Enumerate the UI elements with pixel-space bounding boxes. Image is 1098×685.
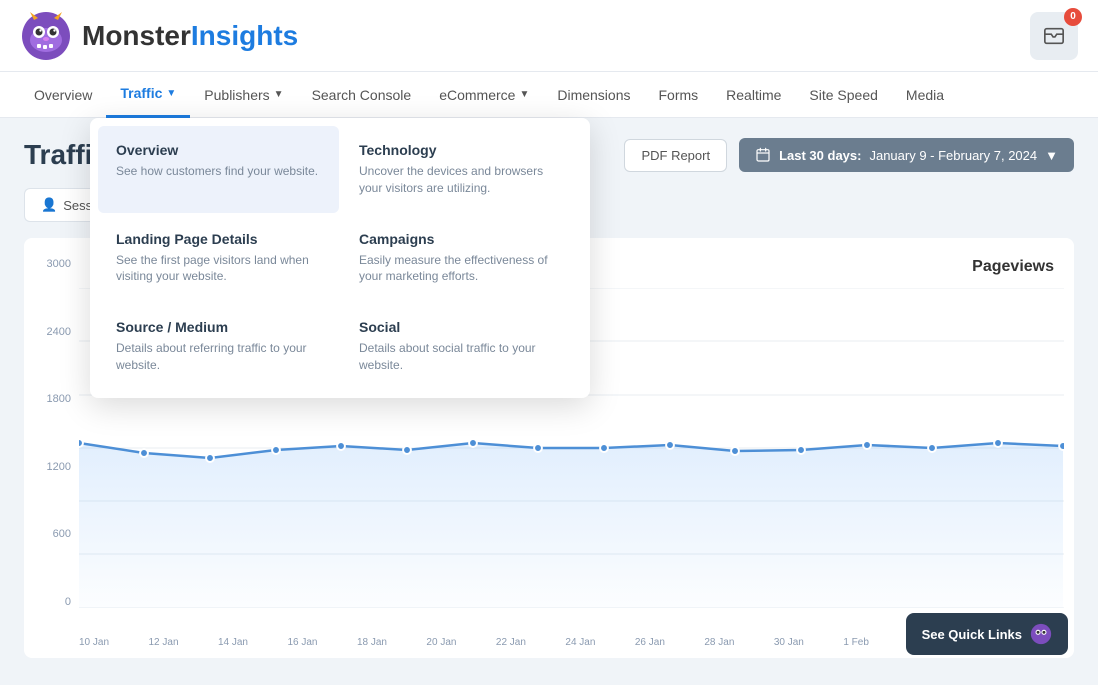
- dropdown-item-social[interactable]: Social Details about social traffic to y…: [341, 303, 582, 390]
- chart-point: [600, 444, 608, 452]
- nav-item-overview[interactable]: Overview: [20, 72, 106, 118]
- monster-logo-icon: [20, 10, 72, 62]
- nav-item-search-console[interactable]: Search Console: [298, 72, 426, 118]
- header-right: 0: [1030, 12, 1078, 60]
- chart-fill: [79, 443, 1063, 608]
- x-label-16jan: 16 Jan: [287, 637, 317, 648]
- chart-point: [666, 441, 674, 449]
- nav-item-publishers[interactable]: Publishers ▼: [190, 72, 297, 118]
- logo-text: MonsterInsights: [82, 20, 298, 52]
- chevron-down-icon: ▼: [166, 88, 176, 99]
- dropdown-item-technology[interactable]: Technology Uncover the devices and brows…: [341, 126, 582, 213]
- chart-point: [469, 439, 477, 447]
- chart-point: [272, 446, 280, 454]
- quick-links-button[interactable]: See Quick Links: [906, 613, 1068, 655]
- nav-item-dimensions[interactable]: Dimensions: [543, 72, 644, 118]
- inbox-icon: [1043, 25, 1065, 47]
- chart-point: [994, 439, 1002, 447]
- x-label-22jan: 22 Jan: [496, 637, 526, 648]
- chart-point: [534, 444, 542, 452]
- calendar-icon: [755, 147, 771, 163]
- chart-point: [731, 447, 739, 455]
- date-range-button[interactable]: Last 30 days: January 9 - February 7, 20…: [739, 138, 1074, 172]
- chart-point: [403, 446, 411, 454]
- y-axis: 3000 2400 1800 1200 600 0: [24, 258, 79, 608]
- y-label-1200: 1200: [47, 461, 71, 473]
- traffic-dropdown: Overview See how customers find your web…: [90, 118, 590, 398]
- chart-point: [206, 454, 214, 462]
- x-label-24jan: 24 Jan: [565, 637, 595, 648]
- dropdown-item-campaigns[interactable]: Campaigns Easily measure the effectivene…: [341, 215, 582, 302]
- chart-point: [337, 442, 345, 450]
- nav-item-realtime[interactable]: Realtime: [712, 72, 795, 118]
- notification-button[interactable]: 0: [1030, 12, 1078, 60]
- person-icon: 👤: [41, 197, 57, 213]
- y-label-2400: 2400: [47, 326, 71, 338]
- nav-item-forms[interactable]: Forms: [644, 72, 712, 118]
- chevron-down-icon: ▼: [519, 89, 529, 100]
- nav-item-ecommerce[interactable]: eCommerce ▼: [425, 72, 543, 118]
- dropdown-item-landing-page[interactable]: Landing Page Details See the first page …: [98, 215, 339, 302]
- x-label-28jan: 28 Jan: [704, 637, 734, 648]
- x-label-30jan: 30 Jan: [774, 637, 804, 648]
- chevron-down-icon: ▼: [1045, 148, 1058, 163]
- main-nav: Overview Traffic ▼ Publishers ▼ Search C…: [0, 72, 1098, 118]
- x-label-1feb: 1 Feb: [843, 637, 869, 648]
- x-label-26jan: 26 Jan: [635, 637, 665, 648]
- chart-point: [79, 439, 83, 447]
- y-label-1800: 1800: [47, 393, 71, 405]
- x-label-10jan: 10 Jan: [79, 637, 109, 648]
- x-label-20jan: 20 Jan: [426, 637, 456, 648]
- main-actions: PDF Report Last 30 days: January 9 - Feb…: [624, 138, 1074, 172]
- nav-item-site-speed[interactable]: Site Speed: [795, 72, 892, 118]
- chart-title: Pageviews: [972, 258, 1054, 276]
- y-label-3000: 3000: [47, 258, 71, 270]
- dropdown-item-overview[interactable]: Overview See how customers find your web…: [98, 126, 339, 213]
- pdf-report-button[interactable]: PDF Report: [624, 139, 727, 172]
- chart-point: [1059, 442, 1064, 450]
- notification-badge: 0: [1064, 8, 1082, 26]
- monster-small-icon: [1030, 623, 1052, 645]
- chart-point: [140, 449, 148, 457]
- x-label-18jan: 18 Jan: [357, 637, 387, 648]
- chevron-down-icon: ▼: [274, 89, 284, 100]
- dropdown-item-source-medium[interactable]: Source / Medium Details about referring …: [98, 303, 339, 390]
- logo: MonsterInsights: [20, 10, 298, 62]
- nav-item-traffic[interactable]: Traffic ▼: [106, 72, 190, 118]
- x-label-12jan: 12 Jan: [148, 637, 178, 648]
- x-label-14jan: 14 Jan: [218, 637, 248, 648]
- y-label-0: 0: [65, 596, 71, 608]
- chart-point: [797, 446, 805, 454]
- header: MonsterInsights 0: [0, 0, 1098, 72]
- chart-point: [928, 444, 936, 452]
- nav-item-media[interactable]: Media: [892, 72, 958, 118]
- chart-point: [863, 441, 871, 449]
- y-label-600: 600: [53, 528, 71, 540]
